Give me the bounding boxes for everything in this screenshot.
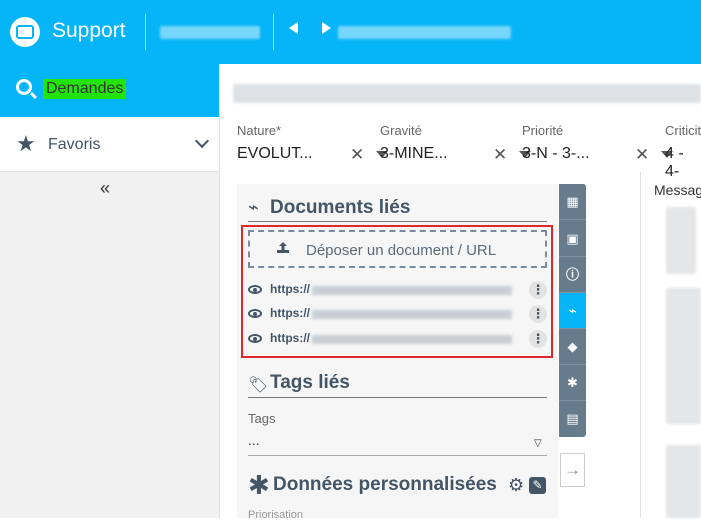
- documents-highlight-box: [241, 225, 553, 358]
- documents-title: Documents liés: [270, 197, 411, 218]
- tag-icon[interactable]: ◆: [559, 329, 586, 365]
- search-icon: [16, 79, 32, 95]
- panel-divider: [640, 172, 641, 518]
- tags-select[interactable]: ...: [248, 432, 260, 448]
- clear-icon[interactable]: ✕: [493, 145, 507, 165]
- next-arrow-icon[interactable]: [322, 22, 331, 34]
- previous-arrow-icon[interactable]: [289, 22, 298, 34]
- sidebar-item-demandes[interactable]: Demandes: [0, 64, 219, 117]
- field-value-priorite[interactable]: 3-N - 3-...: [522, 145, 590, 163]
- custom-field-label: Priorisation: [248, 509, 304, 521]
- blurred-message: [666, 288, 701, 424]
- header-separator: [273, 14, 274, 50]
- sidebar-item-label: Demandes: [43, 79, 127, 99]
- chevron-down-icon[interactable]: ▽: [534, 438, 542, 449]
- tags-title: Tags liés: [270, 372, 350, 393]
- field-value-nature[interactable]: EVOLUT...: [237, 145, 313, 163]
- messages-label: Messag: [654, 182, 701, 198]
- blurred-request-title: [338, 26, 511, 39]
- info-icon[interactable]: ⓘ: [559, 257, 586, 293]
- field-underline: [248, 455, 547, 456]
- top-navigation-bar: Support: [0, 0, 701, 64]
- section-toolbar: ▦ ▣ ⓘ ⌁ ◆ ✱ ▤: [559, 184, 586, 437]
- support-logo[interactable]: [10, 17, 40, 47]
- field-label-priorite: Priorité: [522, 123, 564, 138]
- section-divider: [248, 221, 547, 222]
- paperclip-icon: ⌁: [248, 197, 259, 217]
- sidebar-item-label: Favoris: [48, 136, 101, 153]
- tag-icon: 🏷: [248, 377, 269, 394]
- clear-icon[interactable]: ✕: [635, 145, 649, 165]
- header-separator: [145, 14, 146, 50]
- star-icon: ★: [16, 131, 36, 156]
- blurred-message: [666, 445, 701, 518]
- arrow-right-icon[interactable]: →: [560, 453, 585, 487]
- left-sidebar: Demandes ★ Favoris «: [0, 64, 220, 518]
- edit-icon[interactable]: ✎: [529, 477, 546, 494]
- field-label-nature: Nature*: [237, 123, 282, 138]
- building-icon[interactable]: ▦: [559, 184, 586, 220]
- field-value-gravite[interactable]: 3-MINE...: [380, 145, 448, 163]
- app-title[interactable]: Support: [52, 19, 126, 43]
- blurred-header-text: [160, 26, 260, 39]
- gear-icon[interactable]: ⚙: [508, 475, 524, 496]
- field-label-criticite: Criticit: [665, 123, 701, 138]
- clipboard-check-icon[interactable]: ▤: [559, 401, 586, 437]
- handshake-icon: [16, 25, 34, 39]
- asterisk-icon: ✱: [248, 470, 270, 500]
- collapse-sidebar-button[interactable]: «: [100, 178, 110, 199]
- field-value-criticite[interactable]: 4 - 4-: [665, 145, 701, 181]
- field-label-gravite: Gravité: [380, 123, 422, 138]
- section-divider: [248, 397, 547, 398]
- tags-field-label: Tags: [248, 411, 276, 426]
- clear-icon[interactable]: ✕: [350, 145, 364, 165]
- paperclip-icon[interactable]: ⌁: [559, 293, 586, 329]
- chevron-down-icon[interactable]: [194, 133, 210, 149]
- asterisk-icon[interactable]: ✱: [559, 365, 586, 401]
- sidebar-item-favoris[interactable]: ★ Favoris: [0, 117, 219, 172]
- custom-data-title: Données personnalisées: [273, 474, 497, 495]
- blurred-message: [666, 207, 696, 274]
- blurred-page-title: [233, 84, 701, 103]
- clipboard-icon[interactable]: ▣: [559, 221, 586, 257]
